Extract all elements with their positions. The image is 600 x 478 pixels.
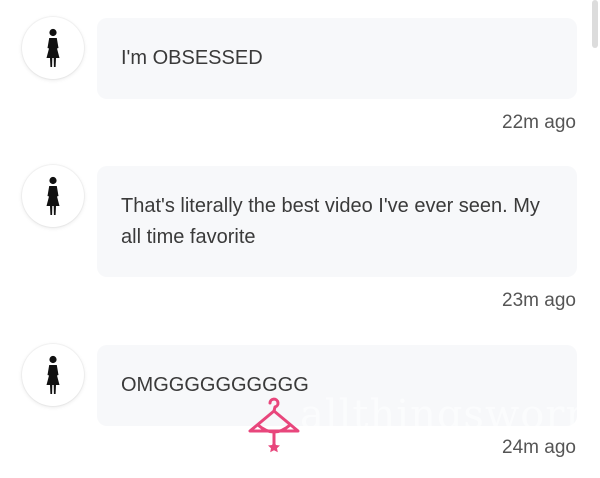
message-text: OMGGGGGGGGGG <box>121 374 309 396</box>
message-timestamp: 22m ago <box>502 112 576 133</box>
message-timestamp: 24m ago <box>502 437 576 458</box>
woman-figure-icon <box>43 28 63 68</box>
message-bubble: That's literally the best video I've eve… <box>97 166 577 277</box>
avatar[interactable] <box>22 165 84 227</box>
woman-figure-icon <box>43 355 63 395</box>
message-bubble: I'm OBSESSED <box>97 18 577 99</box>
scrollbar[interactable] <box>592 0 598 48</box>
avatar[interactable] <box>22 17 84 79</box>
message-bubble: OMGGGGGGGGGG <box>97 345 577 426</box>
avatar[interactable] <box>22 344 84 406</box>
message-timestamp: 23m ago <box>502 290 576 311</box>
woman-figure-icon <box>43 176 63 216</box>
message-text: That's literally the best video I've eve… <box>121 194 540 248</box>
message-text: I'm OBSESSED <box>121 47 263 69</box>
